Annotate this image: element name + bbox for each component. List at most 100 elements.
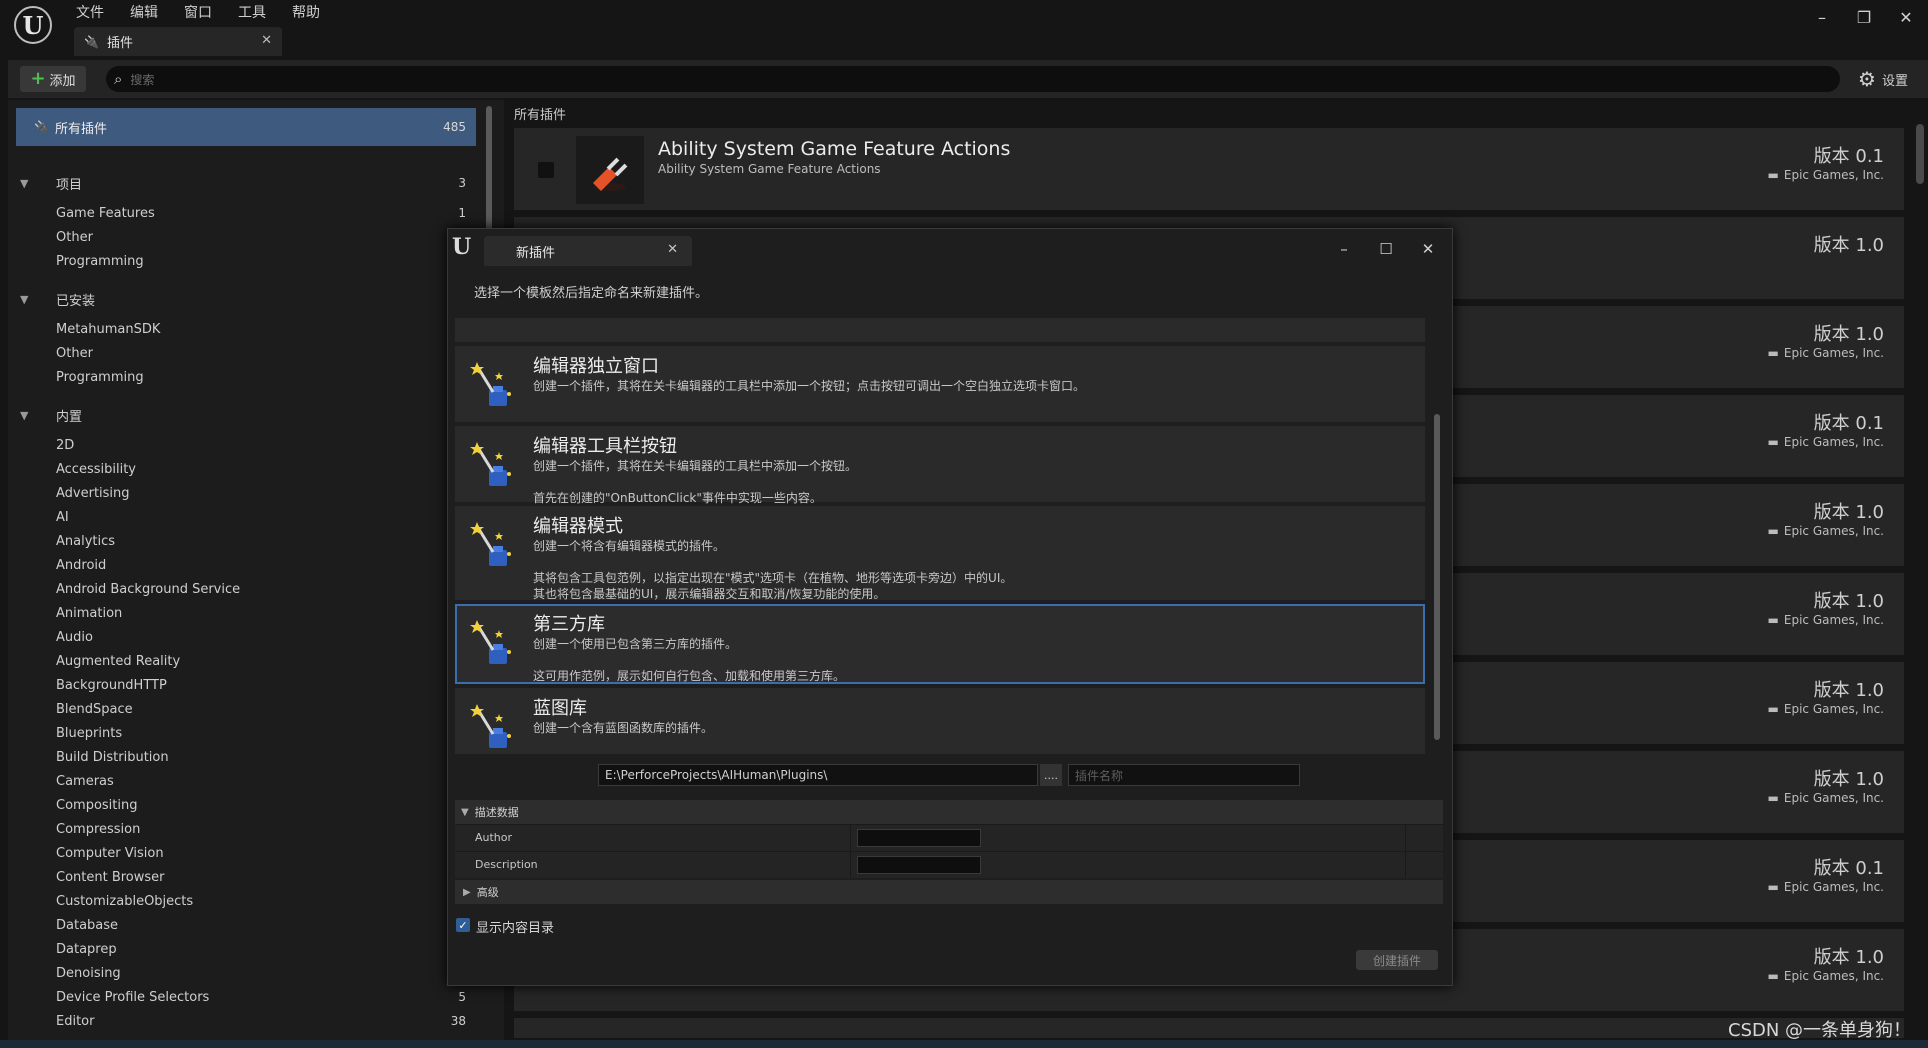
category-item[interactable]: Database bbox=[16, 914, 476, 936]
category-item[interactable]: Computer Vision bbox=[16, 842, 476, 864]
close-tab-icon[interactable]: ✕ bbox=[261, 33, 272, 48]
chevron-down-icon: ▼ bbox=[20, 292, 29, 306]
category-item[interactable]: Build Distribution bbox=[16, 746, 476, 768]
category-item[interactable]: Other1 bbox=[16, 226, 476, 248]
description-field[interactable] bbox=[857, 856, 981, 874]
template-item[interactable]: 编辑器模式 创建一个将含有编辑器模式的插件。 其将包含工具包范例，以指定出现在"模… bbox=[455, 506, 1425, 601]
menu-file[interactable]: 文件 bbox=[76, 2, 104, 22]
category-item[interactable]: Programming bbox=[16, 250, 476, 272]
show-content-checkbox[interactable]: ✓ bbox=[456, 918, 470, 932]
restore-button[interactable]: ❐ bbox=[1844, 4, 1884, 30]
dialog-close-button[interactable]: ✕ bbox=[1408, 236, 1448, 262]
tab-plugins[interactable]: 🔌 插件 ✕ bbox=[74, 27, 282, 56]
category-item[interactable]: Android Background Service bbox=[16, 578, 476, 600]
category-item[interactable]: 2D bbox=[16, 434, 476, 456]
advanced-section-header[interactable]: ▶ 高级 bbox=[455, 880, 1443, 904]
template-scrollbar[interactable] bbox=[1434, 414, 1440, 740]
category-item[interactable]: Game Features 1 bbox=[16, 202, 476, 224]
dialog-minimize-button[interactable]: – bbox=[1324, 236, 1364, 262]
advanced-label: 高级 bbox=[476, 886, 499, 899]
template-name: 编辑器独立窗口 bbox=[533, 356, 659, 377]
publisher: ▬ Epic Games, Inc. bbox=[1768, 346, 1884, 360]
category-item-label: Advertising bbox=[56, 485, 130, 501]
template-item-partial[interactable] bbox=[455, 318, 1425, 342]
category-item[interactable]: Compression bbox=[16, 818, 476, 840]
plugin-path-field[interactable]: E:\PerforceProjects\AIHuman\Plugins\ bbox=[598, 764, 1038, 786]
dialog-tab[interactable]: 新插件 ✕ bbox=[484, 236, 692, 266]
browse-button[interactable]: .... bbox=[1040, 764, 1062, 786]
category-item-label: Computer Vision bbox=[56, 845, 164, 861]
menu-help[interactable]: 帮助 bbox=[292, 2, 320, 22]
category-item[interactable]: BlendSpace bbox=[16, 698, 476, 720]
dialog-maximize-button[interactable]: ☐ bbox=[1366, 236, 1406, 262]
search-placeholder: 搜索 bbox=[130, 72, 155, 87]
category-item[interactable]: Audio bbox=[16, 626, 476, 648]
category-item[interactable]: Animation bbox=[16, 602, 476, 624]
category-item[interactable]: Device Profile Selectors 5 bbox=[16, 986, 476, 1008]
category-item[interactable]: Denoising bbox=[16, 962, 476, 984]
category-group-header[interactable]: ▼ 内置 bbox=[16, 404, 476, 426]
publisher: ▬ Epic Games, Inc. bbox=[1768, 702, 1884, 716]
publisher: ▬ Epic Games, Inc. bbox=[1768, 524, 1884, 538]
menu-edit[interactable]: 编辑 bbox=[130, 2, 158, 22]
settings-label: 设置 bbox=[1881, 73, 1908, 89]
template-list: 编辑器独立窗口 创建一个插件，其将在关卡编辑器的工具栏中添加一个按钮；点击按钮可调… bbox=[455, 318, 1427, 754]
folder-icon: ▬ bbox=[1767, 791, 1779, 805]
category-item[interactable]: CustomizableObjects bbox=[16, 890, 476, 912]
chevron-down-icon: ▼ bbox=[461, 806, 469, 818]
category-item-label: BackgroundHTTP bbox=[56, 677, 167, 693]
template-item[interactable]: 蓝图库 创建一个含有蓝图函数库的插件。 bbox=[455, 688, 1425, 754]
menu-bar: 文件 编辑 窗口 工具 帮助 bbox=[76, 2, 320, 22]
category-item[interactable]: Programming bbox=[16, 366, 476, 388]
category-group-label: 已安装 bbox=[56, 293, 96, 309]
menu-tools[interactable]: 工具 bbox=[238, 2, 266, 22]
unreal-logo[interactable]: U bbox=[14, 6, 52, 44]
category-item-label: Device Profile Selectors bbox=[56, 989, 210, 1005]
plugin-enable-checkbox[interactable] bbox=[538, 162, 554, 178]
description-label: Description bbox=[475, 858, 538, 871]
category-item[interactable]: Augmented Reality bbox=[16, 650, 476, 672]
publisher-label: Epic Games, Inc. bbox=[1783, 168, 1884, 182]
category-item[interactable]: AI bbox=[16, 506, 476, 528]
add-button[interactable]: + 添加 bbox=[20, 66, 86, 92]
descriptor-section-header[interactable]: ▼ 描述数据 bbox=[455, 800, 1443, 824]
template-name: 编辑器工具栏按钮 bbox=[533, 436, 677, 457]
category-item[interactable]: Advertising bbox=[16, 482, 476, 504]
category-group-header[interactable]: ▼ 项目 3 bbox=[16, 172, 476, 194]
publisher: ▬ Epic Games, Inc. bbox=[1768, 880, 1884, 894]
settings-button[interactable]: ⚙ 设置 bbox=[1858, 66, 1908, 92]
minimize-button[interactable]: – bbox=[1802, 4, 1842, 30]
template-name: 第三方库 bbox=[533, 614, 605, 635]
publisher-label: Epic Games, Inc. bbox=[1783, 969, 1884, 983]
category-item-label: MetahumanSDK bbox=[56, 321, 161, 337]
plug-icon: 🔌 bbox=[84, 34, 99, 49]
close-window-button[interactable]: ✕ bbox=[1886, 4, 1926, 30]
category-item[interactable]: Other bbox=[16, 342, 476, 364]
template-item[interactable]: 编辑器独立窗口 创建一个插件，其将在关卡编辑器的工具栏中添加一个按钮；点击按钮可调… bbox=[455, 346, 1425, 422]
close-tab-icon[interactable]: ✕ bbox=[667, 242, 678, 257]
create-plugin-button[interactable]: 创建插件 bbox=[1356, 950, 1438, 970]
category-item[interactable]: Analytics bbox=[16, 530, 476, 552]
author-field[interactable] bbox=[857, 829, 981, 847]
plugin-list-scrollbar[interactable] bbox=[1916, 124, 1924, 184]
category-item[interactable]: Editor 38 bbox=[16, 1010, 476, 1032]
category-scrollbar[interactable] bbox=[486, 106, 492, 234]
plugin-name-field[interactable]: 插件名称 bbox=[1068, 764, 1300, 786]
plugin-card-partial[interactable] bbox=[514, 1018, 1904, 1038]
category-item[interactable]: Cameras bbox=[16, 770, 476, 792]
category-item[interactable]: MetahumanSDK bbox=[16, 318, 476, 340]
category-item[interactable]: Accessibility bbox=[16, 458, 476, 480]
category-item[interactable]: Dataprep bbox=[16, 938, 476, 960]
category-item[interactable]: Android bbox=[16, 554, 476, 576]
category-item[interactable]: Compositing bbox=[16, 794, 476, 816]
template-item[interactable]: 编辑器工具栏按钮 创建一个插件，其将在关卡编辑器的工具栏中添加一个按钮。 首先在创… bbox=[455, 426, 1425, 505]
menu-window[interactable]: 窗口 bbox=[184, 2, 212, 22]
search-input[interactable]: ⌕ 搜索 bbox=[106, 66, 1840, 92]
category-item[interactable]: BackgroundHTTP bbox=[16, 674, 476, 696]
add-label: 添加 bbox=[49, 73, 76, 89]
category-all-plugins[interactable]: 🔌 所有插件 485 bbox=[16, 108, 476, 146]
category-item[interactable]: Blueprints bbox=[16, 722, 476, 744]
category-item[interactable]: Content Browser bbox=[16, 866, 476, 888]
category-group-header[interactable]: ▼ 已安装 bbox=[16, 288, 476, 310]
template-item[interactable]: 第三方库 创建一个使用已包含第三方库的插件。 这可用作范例，展示如何自行包含、加载… bbox=[455, 604, 1425, 684]
